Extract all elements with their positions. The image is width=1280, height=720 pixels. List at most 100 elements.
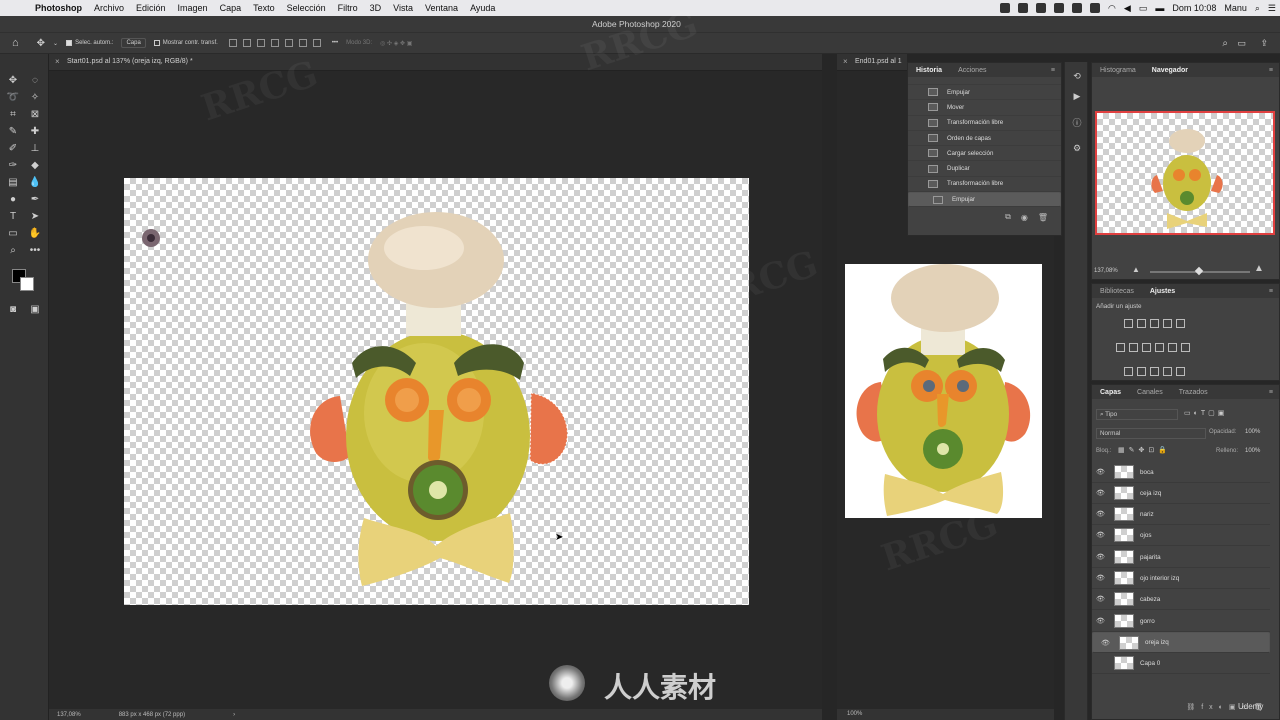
layer-row[interactable]: 👁 pajarita (1092, 547, 1270, 568)
history-item[interactable]: Empujar (908, 85, 1061, 101)
eyedropper-icon[interactable]: ✎ (6, 125, 20, 139)
brush-tool-icon[interactable]: ✐ (6, 142, 20, 156)
layer-row[interactable]: 👁 ojos (1092, 525, 1270, 546)
exposure-icon[interactable] (1163, 319, 1172, 328)
layer-filter-select[interactable]: ⌕ Tipo (1096, 409, 1178, 420)
new-document-icon[interactable]: ⧉ (1005, 212, 1011, 222)
panel-menu-icon[interactable]: ≡ (1051, 67, 1055, 74)
menu-filtro[interactable]: Filtro (338, 3, 358, 13)
menu-imagen[interactable]: Imagen (178, 3, 208, 13)
history-item[interactable]: Mover (908, 100, 1061, 116)
screen-mode-icon[interactable]: ▣ (28, 303, 42, 317)
tab-histograma[interactable]: Histograma (1092, 67, 1144, 74)
curves-icon[interactable] (1150, 319, 1159, 328)
hand-tool-icon[interactable]: ✋ (28, 227, 42, 241)
gradient-tool-icon[interactable]: ▤ (6, 176, 20, 190)
close-icon[interactable]: × (843, 57, 848, 66)
tab-bibliotecas[interactable]: Bibliotecas (1092, 288, 1142, 295)
blur-tool-icon[interactable]: 💧 (28, 176, 42, 190)
visibility-eye-icon[interactable]: 👁 (1096, 595, 1105, 603)
healing-brush-icon[interactable]: ✚ (28, 125, 42, 139)
more-tools-icon[interactable]: ••• (28, 244, 42, 258)
dodge-tool-icon[interactable]: ● (6, 193, 20, 207)
tray-app-icon[interactable] (1072, 3, 1083, 13)
layer-row[interactable]: 👁 boca (1092, 462, 1270, 483)
workspace-icon[interactable]: ▭ (1237, 38, 1246, 49)
move-tool-icon[interactable]: ✥ (37, 38, 45, 49)
tray-app-icon[interactable] (1054, 3, 1065, 13)
play-icon[interactable]: ▶ (1071, 90, 1083, 102)
visibility-eye-icon[interactable]: 👁 (1101, 639, 1110, 647)
menu-edicion[interactable]: Edición (136, 3, 166, 13)
blend-mode-select[interactable]: Normal (1096, 428, 1206, 439)
history-item[interactable]: Orden de capas (908, 131, 1061, 147)
visibility-eye-icon[interactable]: 👁 (1096, 574, 1105, 582)
layer-row[interactable]: 👁 ceja izq (1092, 483, 1270, 504)
close-icon[interactable]: × (55, 57, 60, 66)
zoom-out-icon[interactable]: ▲ (1132, 265, 1140, 274)
history-item[interactable]: Duplicar (908, 161, 1061, 177)
menu-capa[interactable]: Capa (220, 3, 242, 13)
lock-icons[interactable]: ▦✎✥⊡🔒 (1118, 446, 1171, 454)
layer-row[interactable]: 👁 gorro (1092, 611, 1270, 632)
flag-icon[interactable]: ▬ (1155, 3, 1164, 13)
align-right-icon[interactable] (256, 39, 265, 47)
history-item[interactable]: Transformación libre (908, 177, 1061, 193)
visibility-eye-icon[interactable]: 👁 (1096, 553, 1105, 561)
align-middle-icon[interactable] (284, 39, 293, 47)
history-item[interactable]: Transformación libre (908, 116, 1061, 131)
search-icon[interactable]: ⌕ (1222, 38, 1228, 49)
align-top-icon[interactable] (270, 39, 279, 47)
navigator-zoom[interactable]: 137,08% (1094, 268, 1118, 274)
battery-icon[interactable]: ▭ (1139, 3, 1148, 14)
vibrance-icon[interactable] (1176, 319, 1185, 328)
threshold-icon[interactable] (1150, 367, 1159, 376)
layer-row[interactable]: 👁 ojo interior izq (1092, 568, 1270, 589)
tray-app-icon[interactable] (1018, 3, 1029, 13)
menu-vista[interactable]: Vista (393, 3, 413, 13)
path-select-icon[interactable]: ➤ (28, 210, 42, 224)
more-options-icon[interactable]: ••• (332, 40, 338, 46)
zoom-slider-handle[interactable] (1194, 266, 1204, 276)
align-center-icon[interactable] (242, 39, 251, 47)
navigator-preview[interactable] (1095, 111, 1275, 235)
visibility-eye-icon[interactable]: 👁 (1096, 489, 1105, 497)
selective-color-icon[interactable] (1176, 367, 1185, 376)
history-panel-icon[interactable]: ⟲ (1071, 70, 1083, 82)
menu-ayuda[interactable]: Ayuda (470, 3, 495, 13)
tab-start01[interactable]: × Start01.psd al 137% (oreja izq, RGB/8)… (49, 54, 822, 71)
tray-app-icon[interactable] (1000, 3, 1011, 13)
channel-mixer-icon[interactable] (1168, 343, 1177, 352)
opacity-value[interactable]: 100% (1245, 429, 1260, 435)
auto-select-checkbox[interactable]: Selec. autom.: (66, 40, 113, 46)
panel-menu-icon[interactable]: ≡ (1269, 389, 1273, 396)
share-icon[interactable]: ⇪ (1260, 38, 1268, 49)
search-icon[interactable]: ⌕ (1255, 3, 1260, 14)
fill-value[interactable]: 100% (1245, 448, 1260, 454)
chevron-down-icon[interactable]: ⌄ (53, 40, 58, 47)
menu-3d[interactable]: 3D (370, 3, 382, 13)
volume-icon[interactable]: ◀ (1124, 3, 1131, 14)
black-white-icon[interactable] (1142, 343, 1151, 352)
trash-icon[interactable]: 🗑 (1038, 213, 1048, 222)
tab-acciones[interactable]: Acciones (950, 67, 994, 74)
wifi-icon[interactable]: ◠ (1108, 3, 1116, 14)
brightness-icon[interactable] (1124, 319, 1133, 328)
history-brush-icon[interactable]: ✑ (6, 159, 20, 173)
visibility-eye-icon[interactable]: 👁 (1096, 531, 1105, 539)
align-left-icon[interactable] (228, 39, 237, 47)
tab-navegador[interactable]: Navegador (1144, 67, 1196, 74)
layer-row-selected[interactable]: 👁 oreja izq (1092, 632, 1270, 653)
zoom-in-icon[interactable]: ▲ (1254, 263, 1264, 274)
history-item[interactable]: Cargar selección (908, 146, 1061, 162)
posterize-icon[interactable] (1137, 367, 1146, 376)
menu-archivo[interactable]: Archivo (94, 3, 124, 13)
visibility-eye-icon[interactable]: 👁 (1096, 617, 1105, 625)
frame-tool-icon[interactable]: ⊠ (28, 108, 42, 122)
tab-capas[interactable]: Capas (1092, 389, 1129, 396)
visibility-eye-icon[interactable]: 👁 (1096, 468, 1105, 476)
layer-row[interactable]: 👁 nariz (1092, 504, 1270, 525)
visibility-eye-icon[interactable]: 👁 (1096, 510, 1105, 518)
quick-mask-icon[interactable]: ◙ (6, 303, 20, 317)
tray-app-icon[interactable] (1090, 3, 1101, 13)
